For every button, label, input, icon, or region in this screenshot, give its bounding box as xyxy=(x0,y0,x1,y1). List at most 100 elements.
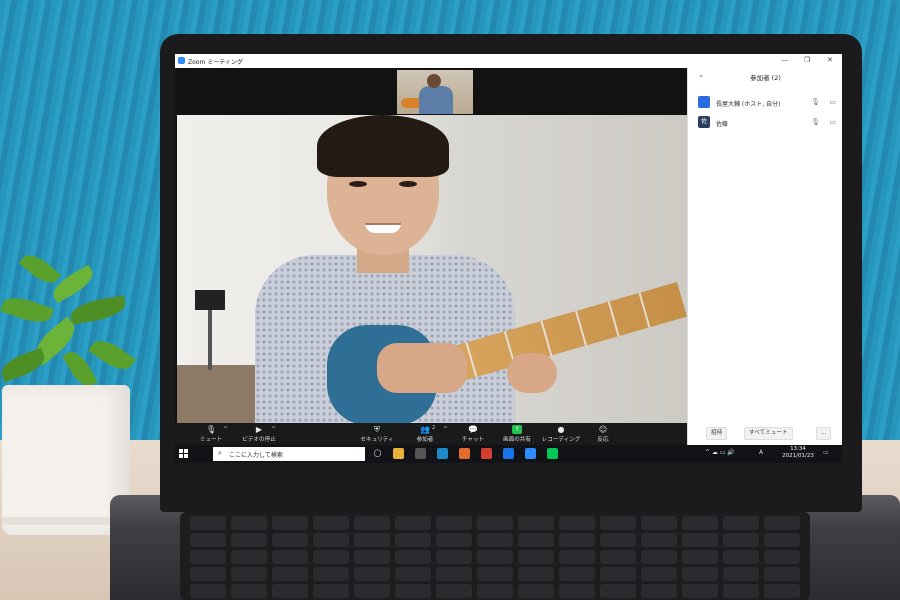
chat-icon: 💬 xyxy=(468,425,478,434)
toolbar-reaction-button[interactable]: ☺ 反応 xyxy=(581,425,625,443)
keyboard-key xyxy=(354,567,390,581)
keyboard-key xyxy=(518,584,554,598)
file-explorer-icon[interactable] xyxy=(393,448,404,459)
tray-icons[interactable]: ^ ☁ ▭ 🔊 xyxy=(705,449,735,456)
task-view-icon[interactable]: ◯ xyxy=(372,448,383,459)
caret-up-icon[interactable]: ^ xyxy=(223,426,228,433)
keyboard-key xyxy=(641,567,677,581)
keyboard-key xyxy=(272,567,308,581)
keyboard-key xyxy=(518,516,554,530)
participant-thumbnail[interactable] xyxy=(397,70,473,114)
keyboard-key xyxy=(272,516,308,530)
toolbar-label: レコーディング xyxy=(541,437,581,443)
toolbar-participants-button[interactable]: 👥 参加者 2 xyxy=(403,425,447,443)
microphone-icon[interactable]: 🎙 xyxy=(811,98,820,106)
keyboard-key xyxy=(559,516,595,530)
toolbar-chat-button[interactable]: 💬 チャット xyxy=(451,425,495,443)
keyboard-key xyxy=(477,516,513,530)
avatar: 佐 xyxy=(698,116,710,128)
participants-panel: ⌄ 参加者 (2) 長屋大輔 (ホスト, 自分) 🎙 ▭ 佐 佐藤 🎙 ▭ 招待… xyxy=(687,68,842,445)
toolbar-label: セキュリティ xyxy=(360,437,394,443)
messenger-icon[interactable] xyxy=(503,448,514,459)
microphone-icon: 🎙 xyxy=(206,425,217,434)
minimize-button[interactable]: — xyxy=(781,56,788,64)
title-bar: Zoom ミーティング — ❐ ✕ xyxy=(175,54,842,68)
toolbar-shield-button[interactable]: ⛨ セキュリティ xyxy=(355,425,399,443)
keyboard-key xyxy=(600,584,636,598)
keyboard-key xyxy=(600,567,636,581)
mute-all-button[interactable]: すべてミュート xyxy=(744,427,793,440)
store-icon[interactable] xyxy=(415,448,426,459)
toolbar-label: 反応 xyxy=(597,437,609,443)
slides-icon[interactable] xyxy=(459,448,470,459)
participant-row[interactable]: 佐 佐藤 🎙 ▭ xyxy=(696,116,838,130)
keyboard-key xyxy=(272,584,308,598)
meeting-toolbar: 🎙 ミュート ▶ ビデオの停止 ⛨ セキュリティ 👥 参加者 2 💬 チャット ↑ 画面の共有 ● レコーデ… xyxy=(175,423,687,445)
participants-header: 参加者 (2) xyxy=(750,74,781,82)
caret-up-icon[interactable]: ^ xyxy=(443,426,448,433)
keyboard-key xyxy=(641,550,677,564)
ime-indicator[interactable]: A xyxy=(759,449,763,456)
taskbar-search-input[interactable]: ⌕ ここに入力して検索 xyxy=(213,447,365,461)
video-camera-icon[interactable]: ▭ xyxy=(829,118,836,126)
line-icon[interactable] xyxy=(547,448,558,459)
close-button[interactable]: ✕ xyxy=(827,56,833,64)
chrome-icon[interactable] xyxy=(481,448,492,459)
microphone-icon[interactable]: 🎙 xyxy=(811,118,820,126)
zoom-icon[interactable] xyxy=(525,448,536,459)
keyboard-key xyxy=(764,567,800,581)
keyboard-key xyxy=(231,516,267,530)
notification-icon[interactable]: ▭ xyxy=(823,449,829,456)
keyboard-key xyxy=(518,550,554,564)
keyboard-key xyxy=(723,550,759,564)
keyboard-key xyxy=(600,533,636,547)
windows-start-icon[interactable] xyxy=(179,449,189,459)
keyboard-key xyxy=(313,550,349,564)
toolbar-record-button[interactable]: ● レコーディング xyxy=(539,425,583,443)
taskbar-clock[interactable]: 13:34 2021/01/23 xyxy=(778,446,818,460)
keyboard-key xyxy=(272,550,308,564)
keyboard-key xyxy=(436,567,472,581)
keyboard-key xyxy=(723,516,759,530)
keyboard-key xyxy=(723,584,759,598)
caret-up-icon[interactable]: ^ xyxy=(271,426,276,433)
keyboard-key xyxy=(641,584,677,598)
keyboard-key xyxy=(190,567,226,581)
laptop-screen: Zoom ミーティング — ❐ ✕ 🎙 ミュート ▶ ビデオの停止 ⛨ セキュリ… xyxy=(175,54,842,463)
keyboard-key xyxy=(354,584,390,598)
keyboard-key xyxy=(395,516,431,530)
keyboard-key xyxy=(395,550,431,564)
keyboard-key xyxy=(764,516,800,530)
maximize-button[interactable]: ❐ xyxy=(804,56,810,64)
toolbar-share-screen-button[interactable]: ↑ 画面の共有 xyxy=(495,425,539,443)
toolbar-label: 画面の共有 xyxy=(503,437,531,443)
keyboard-key xyxy=(190,533,226,547)
keyboard-key xyxy=(477,533,513,547)
toolbar-label: チャット xyxy=(461,437,485,443)
keyboard-key xyxy=(600,516,636,530)
more-button[interactable]: ... xyxy=(816,427,832,440)
keyboard-key xyxy=(395,567,431,581)
toolbar-label: ビデオの停止 xyxy=(242,437,276,443)
keyboard-key xyxy=(313,533,349,547)
participant-row[interactable]: 長屋大輔 (ホスト, 自分) 🎙 ▭ xyxy=(696,96,838,110)
video-camera-icon: ▶ xyxy=(255,425,263,434)
keyboard-key xyxy=(641,533,677,547)
keyboard-key xyxy=(477,584,513,598)
keyboard-key xyxy=(436,550,472,564)
invite-button[interactable]: 招待 xyxy=(706,427,728,440)
keyboard-key xyxy=(600,550,636,564)
keyboard-key xyxy=(190,516,226,530)
keyboard-key xyxy=(354,516,390,530)
edge-icon[interactable] xyxy=(437,448,448,459)
zoom-logo-icon xyxy=(178,57,185,64)
window-title: Zoom ミーティング xyxy=(188,59,243,66)
video-camera-icon[interactable]: ▭ xyxy=(829,98,836,106)
keyboard-key xyxy=(231,533,267,547)
keyboard-key xyxy=(190,584,226,598)
keyboard-key xyxy=(313,584,349,598)
windows-taskbar: ⌕ ここに入力して検索 ^ ☁ ▭ 🔊 A 13:34 2021/01/23 ▭… xyxy=(175,445,842,463)
keyboard-key xyxy=(477,567,513,581)
keyboard-key xyxy=(682,533,718,547)
keyboard-key xyxy=(313,516,349,530)
